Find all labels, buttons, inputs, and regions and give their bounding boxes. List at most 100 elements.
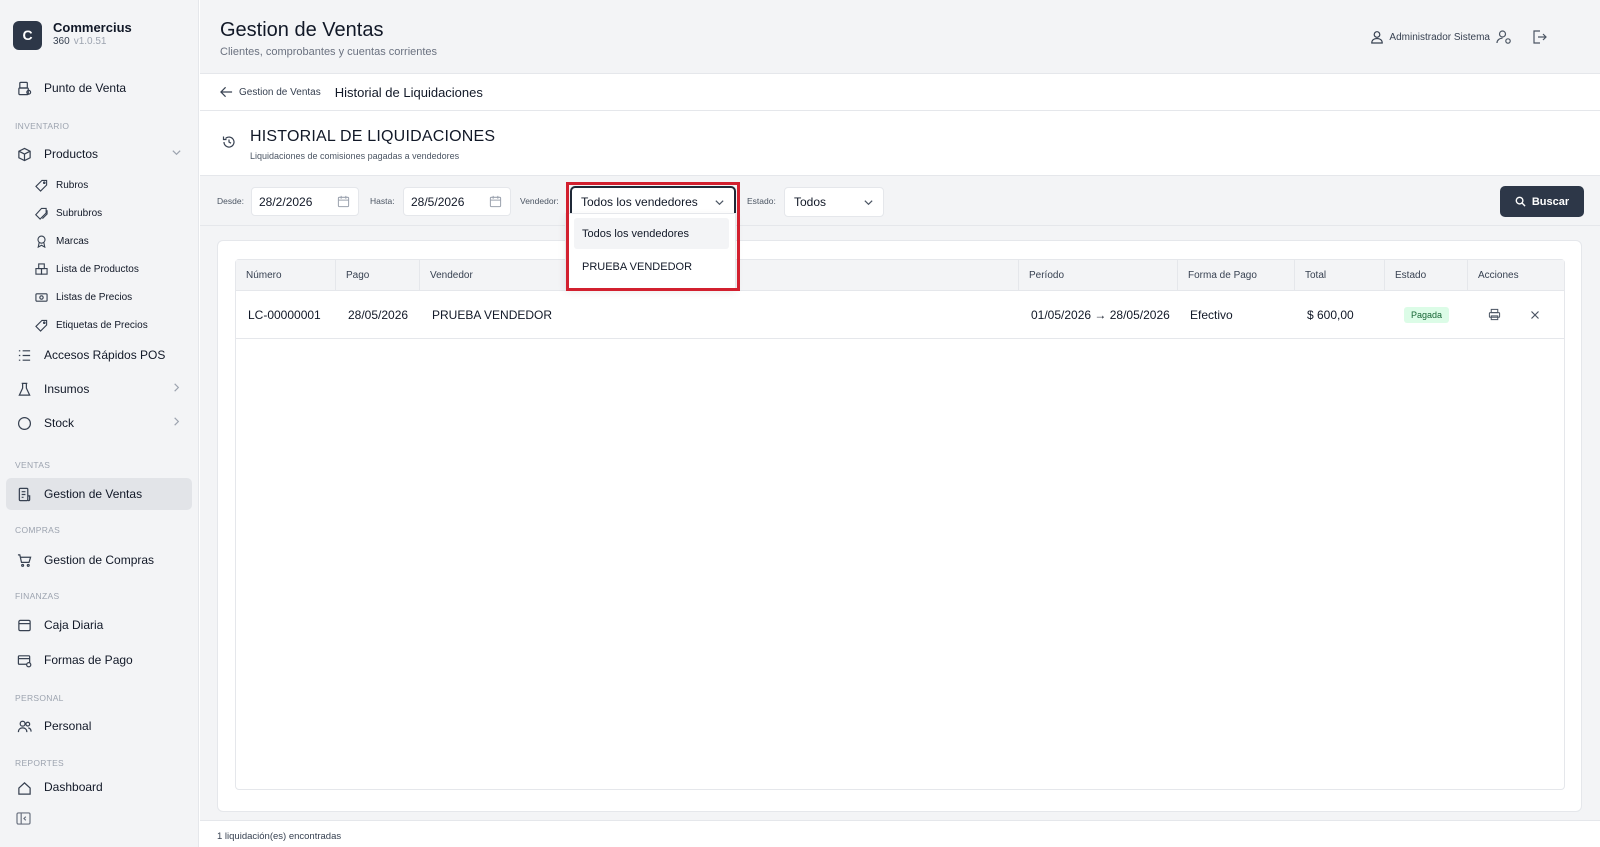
cart-icon [16,552,32,568]
dropdown-option-prueba-vendedor[interactable]: PRUEBA VENDEDOR [574,251,729,282]
chevron-down-icon [171,147,182,161]
vendedor-dropdown-menu: Todos los vendedores PRUEBA VENDEDOR [565,213,736,289]
sidebar-label: Stock [44,416,75,430]
desde-label: Desde: [217,196,244,206]
brand-version: v1.0.51 [73,36,107,47]
status-footer: 1 liquidación(es) encontradas [200,820,1600,847]
cell-forma-pago: Efectivo [1190,308,1233,322]
user-menu[interactable]: Administrador Sistema [1370,30,1490,44]
calendar-icon[interactable] [337,195,350,208]
content-area: Número Pago Vendedor Período Forma de Pa… [200,226,1600,820]
sidebar-label: Lista de Productos [56,263,139,275]
cell-pago: 28/05/2026 [348,308,409,322]
collapse-sidebar-icon[interactable] [16,812,32,826]
sidebar-label: Insumos [44,382,90,396]
header-subtitle: Clientes, comprobantes y cuentas corrien… [220,46,438,58]
column-header[interactable]: Forma de Pago [1178,260,1295,291]
receipt-icon [16,486,32,502]
sidebar-item-gestion-compras[interactable]: Gestion de Compras [6,544,192,576]
breadcrumb-current: Historial de Liquidaciones [334,84,483,100]
sidebar-label: Dashboard [44,780,103,794]
chevron-down-icon [714,197,725,208]
breadcrumb-back-link[interactable]: Gestion de Ventas [220,86,321,98]
results-card: Número Pago Vendedor Período Forma de Pa… [217,240,1582,812]
sidebar-item-personal[interactable]: Personal [6,710,192,742]
chevron-right-icon [171,416,182,430]
page-heading: HISTORIAL DE LIQUIDACIONES Liquidaciones… [200,111,1600,176]
banknote-icon [34,290,48,304]
sidebar-label: Accesos Rápidos POS [44,348,166,362]
user-settings-icon[interactable] [1496,29,1512,45]
search-button[interactable]: Buscar [1500,186,1584,217]
sidebar-item-accesos-rapidos[interactable]: Accesos Rápidos POS [6,339,192,371]
calendar-icon[interactable] [489,195,502,208]
hasta-value: 28/5/2026 [411,194,465,209]
chevron-down-icon [863,197,874,208]
sidebar-item-subrubros[interactable]: Subrubros [34,200,102,226]
close-icon[interactable] [1529,308,1543,322]
sidebar-item-dashboard[interactable]: Dashboard [6,775,192,797]
sidebar-label: Formas de Pago [44,653,133,667]
wallet-icon [16,617,32,633]
section-label-finanzas: FINANZAS [15,591,60,601]
breadcrumb-parent: Gestion de Ventas [239,86,321,98]
sidebar-item-marcas[interactable]: Marcas [34,228,89,254]
search-button-label: Buscar [1531,195,1570,208]
header-title: Gestion de Ventas [220,19,384,41]
sidebar-item-etiquetas[interactable]: Etiquetas de Precios [34,312,148,338]
column-header[interactable]: Total [1295,260,1385,291]
user-icon [1370,30,1384,44]
column-header: Acciones [1478,270,1519,281]
brand-name: Commercius [53,20,132,35]
table-row[interactable]: LC-00000001 28/05/2026 PRUEBA VENDEDOR 0… [236,291,1564,339]
sidebar-item-rubros[interactable]: Rubros [34,172,88,198]
sidebar-label: Rubros [56,179,89,191]
sidebar-label: Etiquetas de Precios [56,319,148,331]
sidebar-label: Marcas [56,235,89,247]
breadcrumb: Gestion de Ventas Historial de Liquidaci… [200,74,1600,111]
sidebar: C Commercius 360 v1.0.51 Punto de Venta I… [0,0,199,847]
section-label-reportes: REPORTES [15,758,65,768]
section-label-personal: PERSONAL [15,693,64,703]
status-badge: Pagada [1403,307,1450,323]
results-count: 1 liquidación(es) encontradas [217,831,342,842]
sidebar-item-formas-pago[interactable]: Formas de Pago [6,644,192,676]
tag-icon [34,178,48,192]
sidebar-item-productos[interactable]: Productos [6,138,192,170]
hasta-date-input[interactable]: 28/5/2026 [403,187,511,216]
users-icon [16,718,32,734]
section-label-inventario: INVENTARIO [15,121,70,131]
cell-periodo: 01/05/2026 → 28/05/2026 [1031,308,1170,322]
sidebar-item-insumos[interactable]: Insumos [6,373,192,405]
boxes-icon [34,262,48,276]
sidebar-item-caja-diaria[interactable]: Caja Diaria [6,609,192,641]
sidebar-item-punto-de-venta[interactable]: Punto de Venta [6,72,192,104]
column-header[interactable]: Estado [1385,260,1468,291]
top-header: Gestion de Ventas Clientes, comprobantes… [200,0,1600,74]
logout-icon[interactable] [1531,29,1547,45]
column-header[interactable]: Pago [336,260,420,291]
page-title: HISTORIAL DE LIQUIDACIONES [250,128,496,145]
sidebar-item-lista-productos[interactable]: Lista de Productos [34,256,139,282]
liquidaciones-table: Número Pago Vendedor Período Forma de Pa… [235,259,1565,790]
chevron-right-icon [171,382,182,396]
sidebar-item-stock[interactable]: Stock [6,407,192,439]
desde-value: 28/2/2026 [259,194,313,209]
home-icon [16,780,32,796]
printer-icon[interactable] [1488,308,1502,322]
sidebar-item-gestion-ventas[interactable]: Gestion de Ventas [6,478,192,510]
vendedor-value: Todos los vendedores [581,195,698,209]
brand: C Commercius 360 v1.0.51 [13,20,132,50]
sidebar-item-listas-precios[interactable]: Listas de Precios [34,284,132,310]
column-header[interactable]: Período [1019,260,1178,291]
column-header[interactable]: Número [236,260,336,291]
estado-value: Todos [794,195,827,209]
dropdown-option-todos[interactable]: Todos los vendedores [574,218,729,249]
estado-label: Estado: [747,196,776,206]
desde-date-input[interactable]: 28/2/2026 [251,187,359,216]
cell-total: $ 600,00 [1307,308,1354,322]
cell-vendedor: PRUEBA VENDEDOR [432,308,553,322]
tags-icon [34,206,48,220]
estado-select[interactable]: Todos [784,187,884,217]
sidebar-label: Personal [44,719,92,733]
